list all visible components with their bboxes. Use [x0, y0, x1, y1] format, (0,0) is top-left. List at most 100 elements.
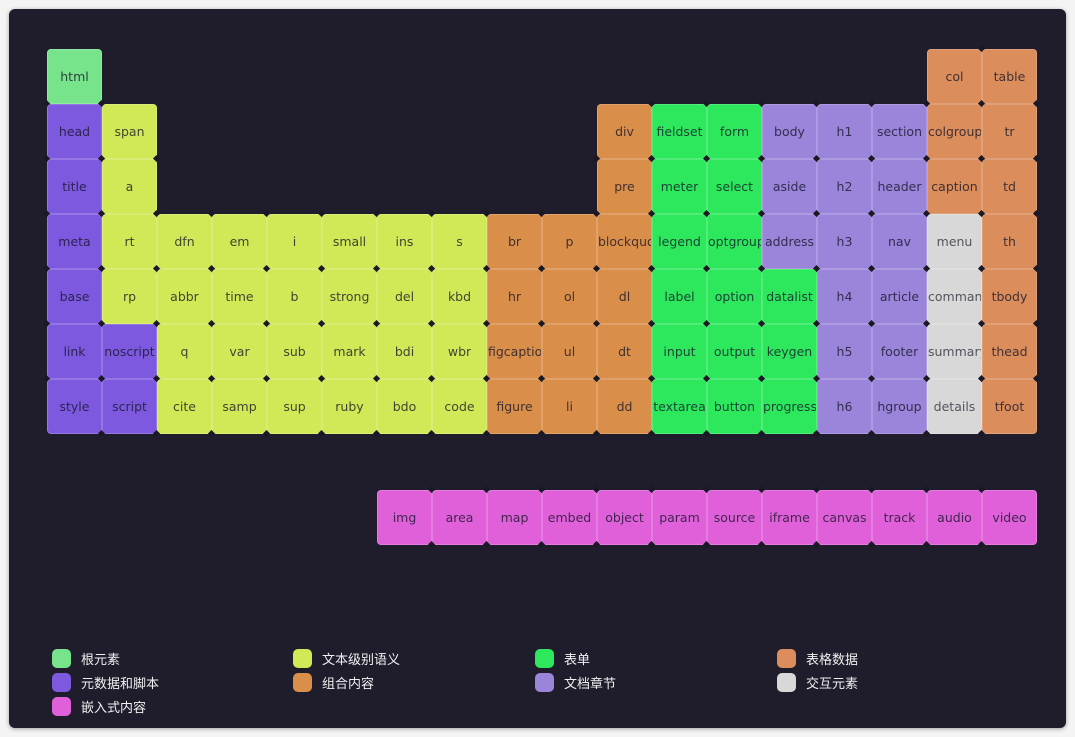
element-tile-s[interactable]: s	[432, 214, 487, 269]
element-tile-dl[interactable]: dl	[597, 269, 652, 324]
element-tile-optgroup[interactable]: optgroup	[707, 214, 762, 269]
element-tile-tr[interactable]: tr	[982, 104, 1037, 159]
element-tile-dt[interactable]: dt	[597, 324, 652, 379]
element-tile-track[interactable]: track	[872, 490, 927, 545]
element-tile-meter[interactable]: meter	[652, 159, 707, 214]
element-tile-form[interactable]: form	[707, 104, 762, 159]
element-tile-time[interactable]: time	[212, 269, 267, 324]
element-tile-param[interactable]: param	[652, 490, 707, 545]
element-tile-tfoot[interactable]: tfoot	[982, 379, 1037, 434]
element-tile-li[interactable]: li	[542, 379, 597, 434]
element-tile-select[interactable]: select	[707, 159, 762, 214]
element-tile-ruby[interactable]: ruby	[322, 379, 377, 434]
element-tile-audio[interactable]: audio	[927, 490, 982, 545]
element-tile-command[interactable]: command	[927, 269, 982, 324]
element-tile-fieldset[interactable]: fieldset	[652, 104, 707, 159]
element-tile-blockquote[interactable]: blockquote	[597, 214, 652, 269]
element-tile-embed[interactable]: embed	[542, 490, 597, 545]
element-tile-video[interactable]: video	[982, 490, 1037, 545]
element-tile-td[interactable]: td	[982, 159, 1037, 214]
element-tile-h6[interactable]: h6	[817, 379, 872, 434]
element-tile-head[interactable]: head	[47, 104, 102, 159]
element-tile-hr[interactable]: hr	[487, 269, 542, 324]
element-tile-noscript[interactable]: noscript	[102, 324, 157, 379]
element-tile-header[interactable]: header	[872, 159, 927, 214]
element-tile-option[interactable]: option	[707, 269, 762, 324]
element-tile-link[interactable]: link	[47, 324, 102, 379]
element-tile-style[interactable]: style	[47, 379, 102, 434]
element-tile-footer[interactable]: footer	[872, 324, 927, 379]
element-tile-h4[interactable]: h4	[817, 269, 872, 324]
element-tile-menu[interactable]: menu	[927, 214, 982, 269]
element-tile-ul[interactable]: ul	[542, 324, 597, 379]
element-tile-del[interactable]: del	[377, 269, 432, 324]
element-tile-sub[interactable]: sub	[267, 324, 322, 379]
element-tile-colgroup[interactable]: colgroup	[927, 104, 982, 159]
element-tile-rt[interactable]: rt	[102, 214, 157, 269]
element-tile-article[interactable]: article	[872, 269, 927, 324]
element-tile-legend[interactable]: legend	[652, 214, 707, 269]
element-tile-html[interactable]: html	[47, 49, 102, 104]
element-tile-code[interactable]: code	[432, 379, 487, 434]
element-tile-abbr[interactable]: abbr	[157, 269, 212, 324]
element-tile-q[interactable]: q	[157, 324, 212, 379]
element-tile-h5[interactable]: h5	[817, 324, 872, 379]
element-tile-keygen[interactable]: keygen	[762, 324, 817, 379]
element-tile-tbody[interactable]: tbody	[982, 269, 1037, 324]
element-tile-area[interactable]: area	[432, 490, 487, 545]
element-tile-title[interactable]: title	[47, 159, 102, 214]
element-tile-input[interactable]: input	[652, 324, 707, 379]
element-tile-ol[interactable]: ol	[542, 269, 597, 324]
element-tile-map[interactable]: map	[487, 490, 542, 545]
element-tile-th[interactable]: th	[982, 214, 1037, 269]
element-tile-table[interactable]: table	[982, 49, 1037, 104]
element-tile-datalist[interactable]: datalist	[762, 269, 817, 324]
element-tile-p[interactable]: p	[542, 214, 597, 269]
element-tile-var[interactable]: var	[212, 324, 267, 379]
element-tile-b[interactable]: b	[267, 269, 322, 324]
element-tile-figcaption[interactable]: figcaption	[487, 324, 542, 379]
element-tile-col[interactable]: col	[927, 49, 982, 104]
element-tile-section[interactable]: section	[872, 104, 927, 159]
element-tile-figure[interactable]: figure	[487, 379, 542, 434]
element-tile-progress[interactable]: progress	[762, 379, 817, 434]
element-tile-label[interactable]: label	[652, 269, 707, 324]
element-tile-output[interactable]: output	[707, 324, 762, 379]
element-tile-span[interactable]: span	[102, 104, 157, 159]
element-tile-a[interactable]: a	[102, 159, 157, 214]
element-tile-samp[interactable]: samp	[212, 379, 267, 434]
element-tile-kbd[interactable]: kbd	[432, 269, 487, 324]
element-tile-i[interactable]: i	[267, 214, 322, 269]
element-tile-hgroup[interactable]: hgroup	[872, 379, 927, 434]
element-tile-dd[interactable]: dd	[597, 379, 652, 434]
element-tile-wbr[interactable]: wbr	[432, 324, 487, 379]
element-tile-textarea[interactable]: textarea	[652, 379, 707, 434]
element-tile-iframe[interactable]: iframe	[762, 490, 817, 545]
element-tile-address[interactable]: address	[762, 214, 817, 269]
element-tile-strong[interactable]: strong	[322, 269, 377, 324]
element-tile-meta[interactable]: meta	[47, 214, 102, 269]
element-tile-mark[interactable]: mark	[322, 324, 377, 379]
element-tile-details[interactable]: details	[927, 379, 982, 434]
element-tile-h3[interactable]: h3	[817, 214, 872, 269]
element-tile-caption[interactable]: caption	[927, 159, 982, 214]
element-tile-h1[interactable]: h1	[817, 104, 872, 159]
element-tile-bdo[interactable]: bdo	[377, 379, 432, 434]
element-tile-script[interactable]: script	[102, 379, 157, 434]
element-tile-sup[interactable]: sup	[267, 379, 322, 434]
element-tile-source[interactable]: source	[707, 490, 762, 545]
element-tile-summary[interactable]: summary	[927, 324, 982, 379]
element-tile-dfn[interactable]: dfn	[157, 214, 212, 269]
element-tile-div[interactable]: div	[597, 104, 652, 159]
element-tile-thead[interactable]: thead	[982, 324, 1037, 379]
element-tile-cite[interactable]: cite	[157, 379, 212, 434]
element-tile-button[interactable]: button	[707, 379, 762, 434]
element-tile-nav[interactable]: nav	[872, 214, 927, 269]
element-tile-object[interactable]: object	[597, 490, 652, 545]
element-tile-img[interactable]: img	[377, 490, 432, 545]
element-tile-ins[interactable]: ins	[377, 214, 432, 269]
element-tile-canvas[interactable]: canvas	[817, 490, 872, 545]
element-tile-bdi[interactable]: bdi	[377, 324, 432, 379]
element-tile-h2[interactable]: h2	[817, 159, 872, 214]
element-tile-body[interactable]: body	[762, 104, 817, 159]
